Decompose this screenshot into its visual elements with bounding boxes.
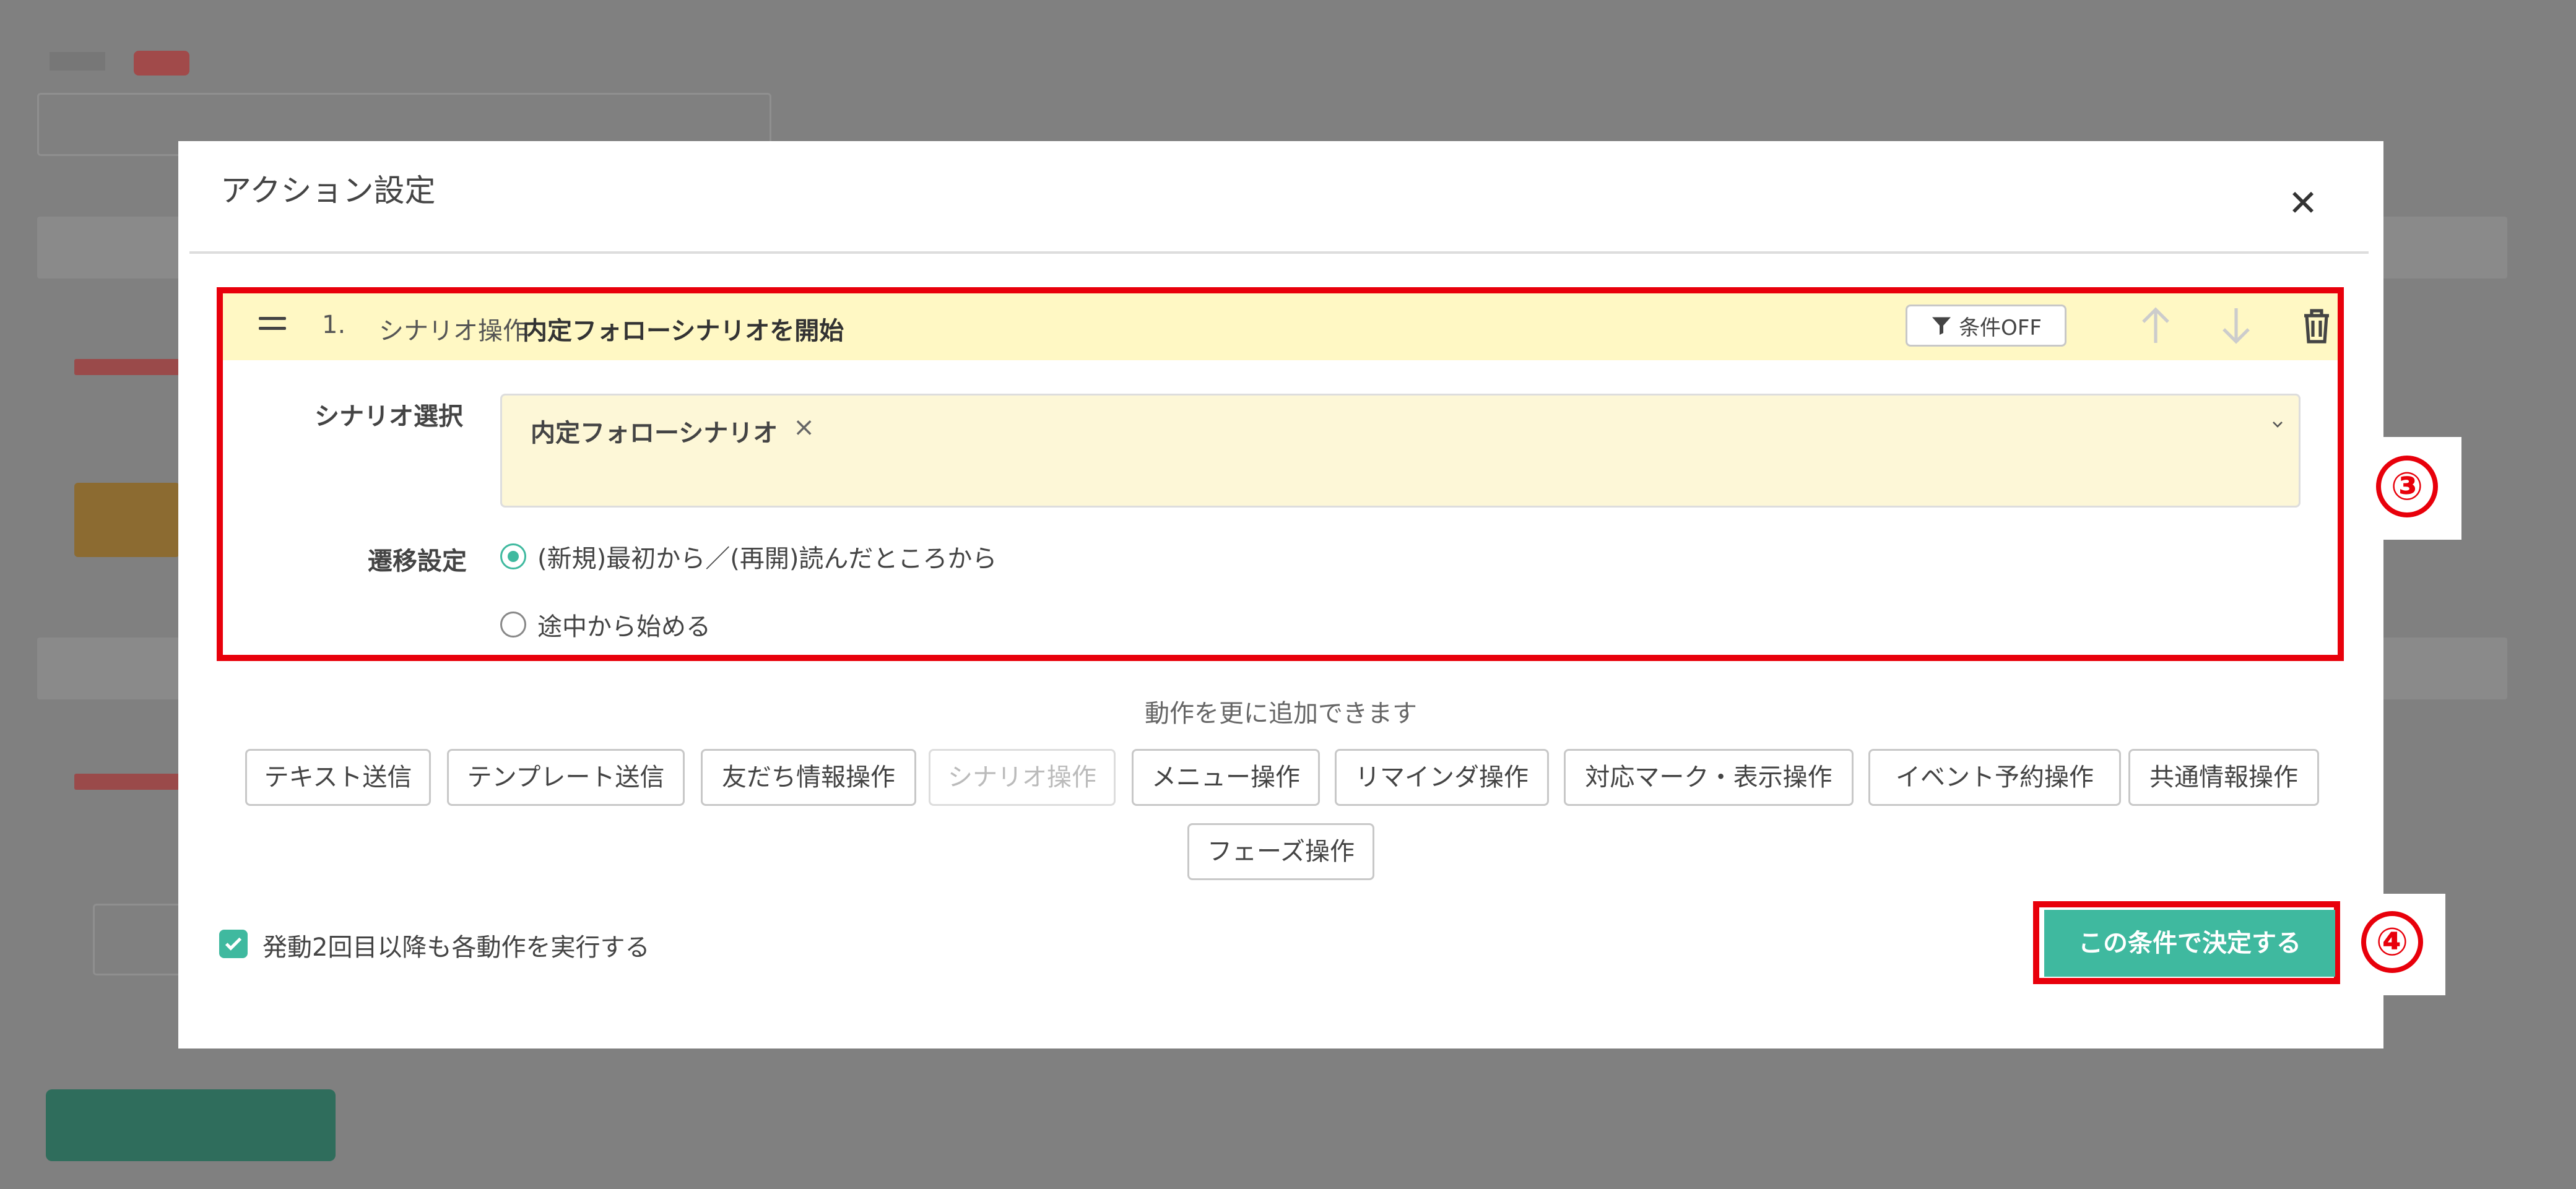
add-event-reservation-button[interactable]: イベント予約操作 xyxy=(1868,749,2121,806)
transition-option-from-middle[interactable]: 途中から始める xyxy=(500,607,711,642)
radio-unselected[interactable] xyxy=(500,612,526,638)
action-header: 1. シナリオ操作 内定フォローシナリオを開始 条件OFF xyxy=(223,293,2338,360)
close-icon[interactable]: ✕ xyxy=(2286,185,2320,221)
chip-remove-icon[interactable]: × xyxy=(793,412,815,442)
arrow-up-icon[interactable] xyxy=(2137,306,2174,345)
drag-handle-icon[interactable] xyxy=(259,317,286,333)
check-icon xyxy=(225,937,242,951)
add-friend-info-button[interactable]: 友だち情報操作 xyxy=(701,749,916,806)
condition-toggle-button[interactable]: 条件OFF xyxy=(1906,305,2066,347)
modal-divider xyxy=(189,251,2369,254)
arrow-down-icon[interactable] xyxy=(2218,306,2255,345)
transition-option-label: 途中から始める xyxy=(537,613,711,641)
add-text-send-button[interactable]: テキスト送信 xyxy=(245,749,431,806)
add-phase-button[interactable]: フェーズ操作 xyxy=(1187,823,1374,880)
scenario-chip: 内定フォローシナリオ xyxy=(531,419,778,447)
scenario-select-label: シナリオ選択 xyxy=(314,402,463,431)
bg-orange-button xyxy=(74,483,180,557)
trash-icon[interactable] xyxy=(2298,306,2335,345)
bg-error-text xyxy=(74,359,180,375)
bg-input-2 xyxy=(93,904,189,975)
action-item: 1. シナリオ操作 内定フォローシナリオを開始 条件OFF シナリオ選択 内定フ… xyxy=(217,287,2344,661)
repeat-checkbox[interactable] xyxy=(219,930,248,958)
add-action-hint: 動作を更に追加できます xyxy=(1145,699,1417,728)
add-mark-display-button[interactable]: 対応マーク・表示操作 xyxy=(1564,749,1854,806)
bg-label xyxy=(50,52,105,71)
bg-error-text-2 xyxy=(74,774,180,790)
confirm-button[interactable]: この条件で決定する xyxy=(2044,910,2335,977)
scenario-select[interactable]: 内定フォローシナリオ × xyxy=(500,394,2301,508)
add-scenario-button: シナリオ操作 xyxy=(929,749,1116,806)
add-reminder-button[interactable]: リマインダ操作 xyxy=(1335,749,1549,806)
action-name: 内定フォローシナリオを開始 xyxy=(523,317,844,345)
transition-option-from-start[interactable]: (新規)最初から／(再開)読んだところから xyxy=(500,538,997,574)
add-common-info-button[interactable]: 共通情報操作 xyxy=(2128,749,2319,806)
action-index: 1. xyxy=(322,311,346,339)
add-menu-button[interactable]: メニュー操作 xyxy=(1132,749,1320,806)
repeat-checkbox-label: 発動2回目以降も各動作を実行する xyxy=(262,933,650,962)
bg-required-badge xyxy=(134,51,189,76)
transition-setting-label: 遷移設定 xyxy=(368,547,467,576)
bg-save-button xyxy=(46,1089,336,1161)
chevron-down-icon xyxy=(2273,422,2283,428)
radio-selected[interactable] xyxy=(500,543,526,569)
condition-toggle-label: 条件OFF xyxy=(1959,315,2042,340)
transition-option-label: (新規)最初から／(再開)読んだところから xyxy=(537,545,997,573)
callout-3: ③ xyxy=(2376,456,2438,517)
modal-title: アクション設定 xyxy=(220,173,436,209)
add-template-send-button[interactable]: テンプレート送信 xyxy=(447,749,685,806)
callout-4: ④ xyxy=(2361,911,2423,973)
filter-icon xyxy=(1932,317,1951,335)
action-type: シナリオ操作 xyxy=(379,317,527,345)
